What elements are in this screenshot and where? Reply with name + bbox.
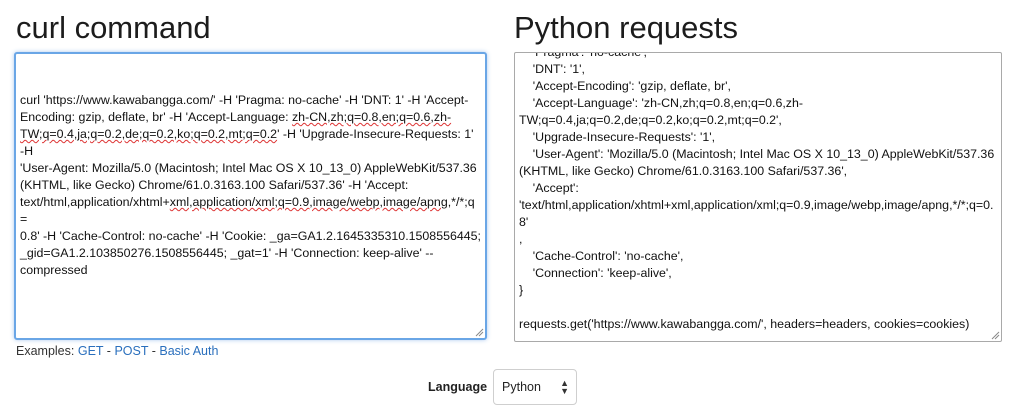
examples-row: Examples: GET - POST - Basic Auth — [16, 344, 218, 358]
python-output[interactable]: 'Pragma': 'no-cache', 'DNT': '1', 'Accep… — [514, 52, 1002, 342]
python-line: 'Pragma': 'no-cache', — [519, 52, 647, 59]
curl-line: 'User-Agent: Mozilla/5.0 (Macintosh; Int… — [20, 161, 477, 175]
example-post-link[interactable]: POST — [114, 344, 148, 358]
examples-label: Examples: — [16, 344, 78, 358]
language-row: Language Python ▲ ▼ — [428, 368, 578, 406]
curl-line: 0.8' -H 'Cache-Control: no-cache' -H 'Co… — [20, 229, 481, 243]
language-selected-value: Python — [502, 380, 541, 394]
examples-separator: - — [103, 344, 115, 358]
python-line: TW;q=0.4,ja;q=0.2,de;q=0.2,ko;q=0.2,mt;q… — [519, 113, 782, 127]
python-line: , — [519, 232, 523, 246]
curl-line: _gid=GA1.2.103850276.1508556445; _gat=1'… — [20, 246, 434, 260]
python-line: 'DNT': '1', — [519, 62, 585, 76]
python-line: 'Accept-Encoding': 'gzip, deflate, br', — [519, 79, 731, 93]
resize-grip-icon[interactable] — [474, 327, 484, 337]
python-line: 'text/html,application/xhtml+xml,applica… — [519, 198, 994, 229]
python-line: 'Accept': — [519, 181, 579, 195]
python-line: (KHTML, like Gecko) Chrome/61.0.3163.100… — [519, 164, 848, 178]
language-label: Language — [428, 380, 488, 394]
curl-line: text/html,application/xhtml+xml,applicat… — [20, 195, 475, 226]
curl-line: Encoding: gzip, deflate, br' -H 'Accept-… — [20, 110, 452, 124]
example-get-link[interactable]: GET — [78, 344, 103, 358]
python-title: Python requests — [514, 10, 739, 45]
curl-title: curl command — [16, 10, 211, 45]
python-line — [519, 299, 997, 316]
curl-line: curl 'https://www.kawabangga.com/' -H 'P… — [20, 93, 469, 107]
curl-input[interactable]: curl 'https://www.kawabangga.com/' -H 'P… — [14, 52, 487, 340]
curl-line: TW;q=0.4,ja;q=0.2,de;q=0.2,ko;q=0.2,mt;q… — [20, 127, 477, 158]
curl-line: (KHTML, like Gecko) Chrome/61.0.3163.100… — [20, 178, 409, 192]
resize-grip-icon[interactable] — [990, 330, 1000, 340]
example-basic-auth-link[interactable]: Basic Auth — [159, 344, 218, 358]
python-line: 'User-Agent': 'Mozilla/5.0 (Macintosh; I… — [519, 147, 995, 161]
python-line: 'Upgrade-Insecure-Requests': '1', — [519, 130, 716, 144]
examples-separator: - — [148, 344, 160, 358]
python-line: requests.get('https://www.kawabangga.com… — [519, 317, 970, 331]
python-line: 'Accept-Language': 'zh-CN,zh;q=0.8,en;q=… — [519, 96, 804, 110]
python-line: 'Connection': 'keep-alive', — [519, 266, 672, 280]
language-select[interactable]: Python ▲ ▼ — [493, 369, 578, 405]
curl-line: compressed — [20, 263, 88, 277]
python-line: } — [519, 283, 524, 297]
python-line: 'Cache-Control': 'no-cache', — [519, 249, 684, 263]
updown-caret-icon: ▲ ▼ — [560, 378, 570, 396]
